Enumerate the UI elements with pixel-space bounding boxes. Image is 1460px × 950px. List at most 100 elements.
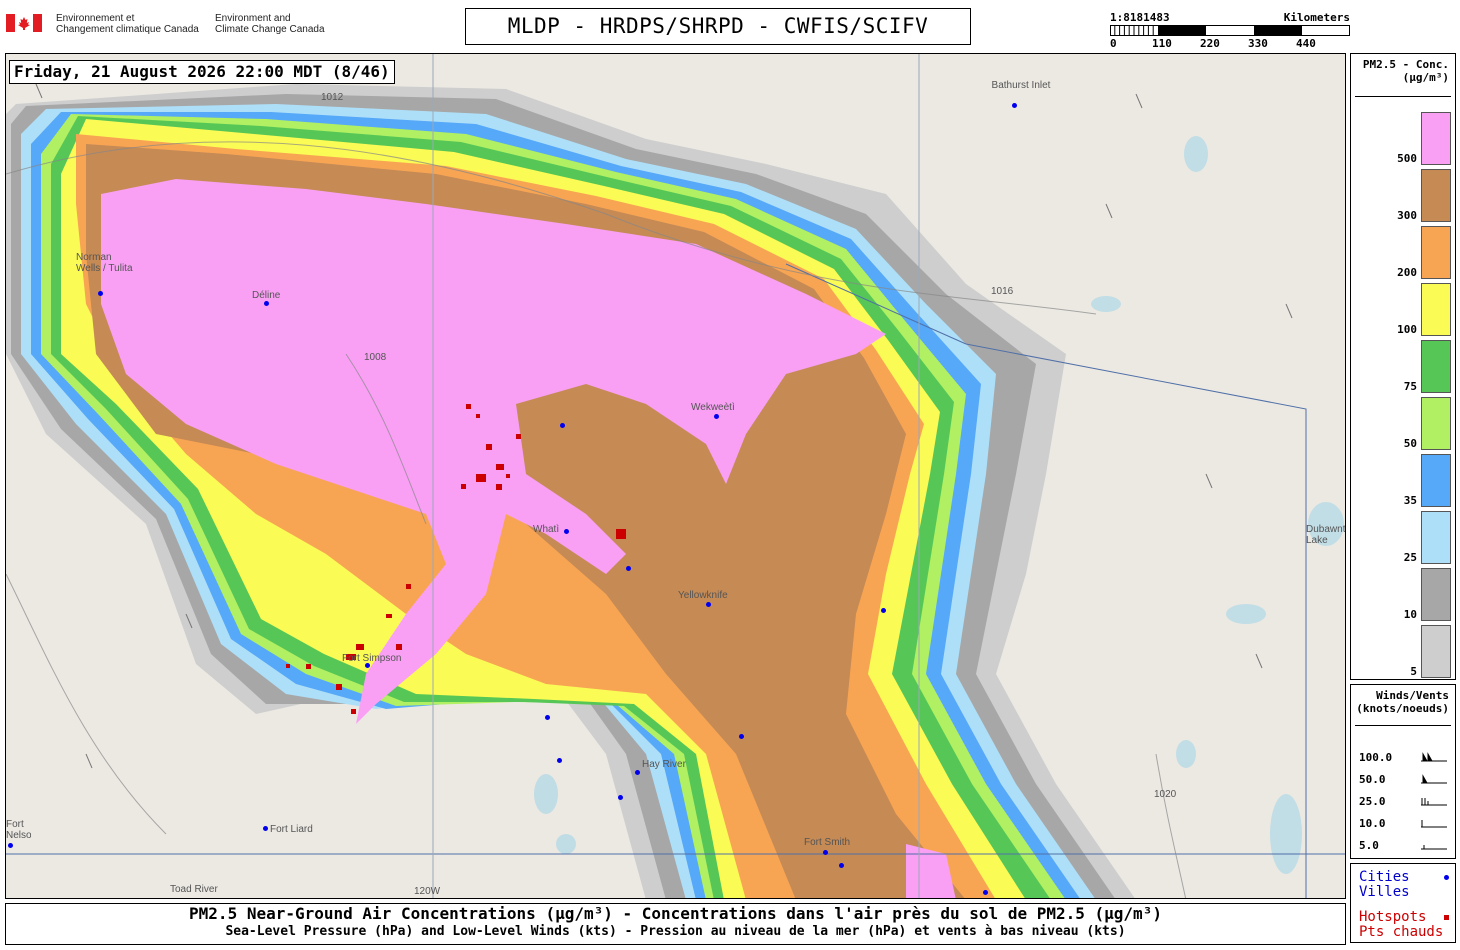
city-dot [1012, 103, 1017, 108]
legend-title-line2: (µg/m³) [1402, 71, 1449, 84]
gov-fr-line1: Environnement et [56, 13, 135, 24]
scale-bar: 1:8181483 Kilometers 0 110 220 330 440 [1108, 10, 1354, 50]
legend-swatch-label: 50 [1403, 437, 1417, 450]
legend-swatch-label: 10 [1403, 608, 1417, 621]
wind-row-10: 10.0 [1359, 817, 1386, 830]
city-dot [618, 795, 623, 800]
legend-swatch-label: 300 [1397, 209, 1417, 222]
wind-row-5: 5.0 [1359, 839, 1379, 852]
gov-name-fr: Environnement et Changement climatique C… [56, 13, 199, 35]
isobar-label: 1008 [364, 352, 387, 363]
scale-unit: Kilometers [1283, 11, 1350, 24]
gov-name-en: Environment and Climate Change Canada [215, 13, 325, 35]
legend-swatch-label: 100 [1397, 323, 1417, 336]
place-label-fort-liard: Fort Liard [270, 824, 313, 835]
hotspots-key: Hotspots Pts chauds [1359, 910, 1443, 940]
city-marker-icon [1444, 875, 1449, 880]
government-header: Environnement et Changement climatique C… [0, 0, 420, 50]
city-dot [739, 734, 744, 739]
city-dot [839, 863, 844, 868]
city-dot [823, 850, 828, 855]
cities-key-line1: Cities [1359, 869, 1410, 885]
isobar-label: 1020 [1154, 789, 1177, 800]
scale-tick-4: 440 [1296, 37, 1316, 50]
city-dot [98, 291, 103, 296]
place-label-wekweeti: Wekweètì [691, 402, 735, 413]
wind-row-label: 25.0 [1359, 795, 1386, 808]
legend-swatch [1421, 397, 1451, 450]
cities-key-line2: Villes [1359, 884, 1410, 900]
wind-barb-icons [1421, 752, 1447, 850]
city-dot [881, 608, 886, 613]
city-dot [706, 602, 711, 607]
caption-line1: PM2.5 Near-Ground Air Concentrations (µg… [189, 904, 1162, 923]
city-dot [635, 770, 640, 775]
map-canvas [6, 54, 1345, 898]
place-label-yellowknife: Yellowknife [678, 590, 728, 601]
city-dot [557, 758, 562, 763]
wind-row-50: 50.0 [1359, 773, 1386, 786]
wind-row-100: 100.0 [1359, 751, 1392, 764]
gov-en-line2: Climate Change Canada [215, 24, 325, 35]
place-label-fort-nelson: Fort Nelson [6, 819, 31, 841]
legend-swatch-label: 75 [1403, 380, 1417, 393]
smoke-map[interactable]: Bathurst Inlet Norman Wells / Tulita Dél… [5, 53, 1346, 899]
isobar-label: 1016 [991, 286, 1014, 297]
legend-divider [1355, 96, 1451, 97]
canada-flag-icon [6, 14, 42, 32]
forecast-timestamp: Friday, 21 August 2026 22:00 MDT (8/46) [9, 60, 395, 84]
wind-row-label: 5.0 [1359, 839, 1379, 852]
map-caption: PM2.5 Near-Ground Air Concentrations (µg… [5, 903, 1346, 945]
place-label-toad-river: Toad River [170, 884, 218, 895]
city-dot [264, 301, 269, 306]
hotspots-key-line1: Hotspots [1359, 909, 1427, 925]
legend-swatch [1421, 340, 1451, 393]
legend-swatch [1421, 568, 1451, 621]
legend-swatch [1421, 169, 1451, 222]
city-dot [263, 826, 268, 831]
pm25-plume [6, 84, 1135, 898]
place-label-fort-smith: Fort Smith [804, 837, 851, 848]
place-label-hay-river: Hay River [642, 759, 686, 770]
place-label-fort-simpson: Fort Simpson [342, 653, 402, 664]
legend-title: PM2.5 - Conc. (µg/m³) [1351, 54, 1455, 84]
city-dot [564, 529, 569, 534]
wind-legend-title-line2: (knots/noeuds) [1356, 702, 1449, 715]
city-dot [983, 890, 988, 895]
wind-legend-divider [1355, 725, 1451, 726]
place-label-dubawnt-lake: Dubawnt Lake [1306, 524, 1346, 546]
scale-tick-3: 330 [1248, 37, 1268, 50]
legend-swatch [1421, 511, 1451, 564]
place-label-whati: Whatì [533, 524, 560, 535]
legend-swatch [1421, 226, 1451, 279]
city-dot [714, 414, 719, 419]
wind-row-label: 100.0 [1359, 751, 1393, 764]
scale-ratio: 1:8181483 [1110, 11, 1170, 24]
wind-row-25: 25.0 [1359, 795, 1386, 808]
meridian-label: 120W [414, 886, 441, 897]
legend-swatch-label: 500 [1397, 152, 1417, 165]
wind-legend-title-line1: Winds/Vents [1376, 689, 1449, 702]
hotspots-key-line2: Pts chauds [1359, 924, 1444, 940]
scale-tick-1: 110 [1152, 37, 1172, 50]
wind-legend: Winds/Vents (knots/noeuds) 100.0 50.0 25… [1350, 684, 1456, 859]
legend-swatch-label: 35 [1403, 494, 1417, 507]
isobar-label: 1012 [321, 92, 344, 103]
page-title: MLDP - HRDPS/SHRPD - CWFIS/SCIFV [465, 8, 971, 45]
scale-bar-graphic [1110, 25, 1350, 36]
wind-row-label: 10.0 [1359, 817, 1386, 830]
legend-swatch-label: 5 [1410, 665, 1417, 678]
wind-row-label: 50.0 [1359, 773, 1386, 786]
caption-line2: Sea-Level Pressure (hPa) and Low-Level W… [225, 924, 1126, 939]
hotspot-marker-icon [1444, 915, 1449, 920]
city-dot [560, 423, 565, 428]
place-label-bathurst-inlet: Bathurst Inlet [991, 80, 1051, 91]
place-label-deline: Déline [252, 290, 281, 301]
legend-swatch [1421, 112, 1451, 165]
legend-title-line1: PM2.5 - Conc. [1362, 58, 1449, 71]
city-dot [545, 715, 550, 720]
legend-swatch [1421, 283, 1451, 336]
pm25-legend: PM2.5 - Conc. (µg/m³) 500 300 200 100 75 50 35… [1350, 53, 1456, 680]
scale-tick-0: 0 [1110, 37, 1117, 50]
city-dot [8, 843, 13, 848]
